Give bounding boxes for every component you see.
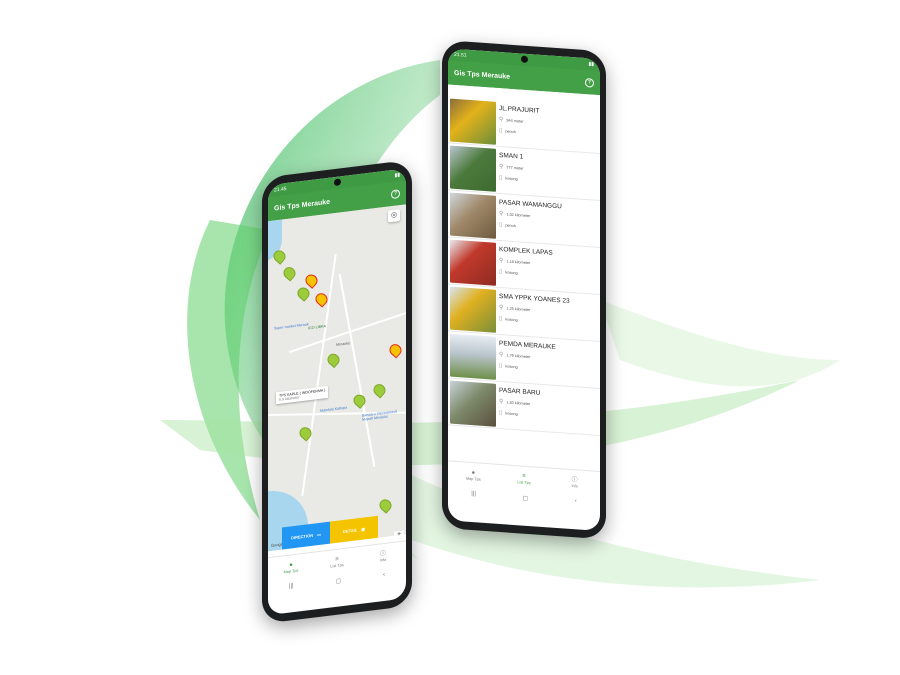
road	[338, 273, 376, 467]
item-distance: 777 meter	[506, 165, 524, 171]
recents-icon[interactable]: |||	[471, 491, 476, 497]
app-title: Gis Tps Merauke	[274, 198, 331, 213]
gps-fixed-icon[interactable]: ◎	[388, 209, 400, 223]
trash-icon: ▯	[499, 127, 503, 135]
tps-marker[interactable]	[351, 392, 368, 409]
tps-marker[interactable]	[281, 264, 298, 282]
tps-marker[interactable]	[295, 285, 312, 302]
marker-info-window[interactable]: TPS KAPLE ( INDOFERMA ) 0.9 kilometer	[276, 385, 329, 405]
item-status: penuh	[505, 128, 516, 134]
tps-photo	[450, 333, 496, 380]
list-screen: 21.51 ▮▮ Gis Tps Merauke ? JL.PRAJURIT ⚲…	[448, 48, 600, 532]
detail-label: DETAIL	[343, 526, 358, 534]
phone-list-screen: 21.51 ▮▮ Gis Tps Merauke ? JL.PRAJURIT ⚲…	[442, 40, 606, 540]
tps-marker-full[interactable]	[387, 341, 404, 359]
nav-label: Map Tps	[283, 568, 299, 574]
camera-hole	[521, 55, 528, 64]
tps-photo	[450, 380, 496, 427]
item-status: penuh	[505, 222, 516, 228]
item-distance: 944 meter	[506, 118, 524, 124]
map-screen: 21.45 ▮▮ Gis Tps Merauke ? ◎ Super marke…	[268, 168, 406, 616]
tps-marker[interactable]	[325, 351, 342, 369]
trash-icon: ▯	[499, 174, 503, 182]
trash-icon: ▯	[499, 409, 503, 417]
tps-list: JL.PRAJURIT ⚲ 944 meter ▯ penuh SMAN 1 ⚲ 77…	[448, 96, 600, 437]
zoom-in-button[interactable]: +	[394, 531, 404, 539]
tps-photo	[450, 145, 496, 192]
trash-icon: ▯	[499, 362, 503, 370]
nav-label: Map Tps	[465, 476, 481, 482]
nav-label: List Tps	[517, 479, 531, 485]
tps-marker[interactable]	[377, 496, 394, 514]
item-distance: 1,18 kilometer	[506, 259, 531, 265]
app-title: Gis Tps Merauke	[454, 69, 511, 81]
back-icon[interactable]: ‹	[575, 498, 577, 504]
item-distance: 1,79 kilometer	[506, 353, 531, 359]
tps-marker-full[interactable]	[303, 272, 320, 289]
recents-icon[interactable]: |||	[289, 583, 294, 590]
status-time: 21.45	[274, 185, 287, 194]
map-label-airport: Bandara Internasional Mopah Merauke	[362, 409, 398, 422]
nav-info[interactable]: ⓘ Info	[549, 469, 600, 497]
list-item[interactable]: PASAR BARU ⚲ 1,83 kilometer ▯ kosong	[448, 378, 600, 437]
nav-list-tps[interactable]: ≡ List Tps	[499, 465, 550, 493]
walk-icon: ⚲	[499, 257, 504, 265]
battery-icon: ▮▮	[588, 61, 594, 68]
status-time: 21.51	[454, 51, 467, 59]
help-icon[interactable]: ?	[391, 188, 400, 199]
tps-marker[interactable]	[371, 381, 388, 399]
battery-icon: ▮▮	[394, 172, 400, 179]
item-distance: 1,25 kilometer	[506, 306, 531, 312]
detail-button[interactable]: DETAIL ▣	[330, 515, 378, 544]
map-view[interactable]: ◎ Super market Merauk IGO LIBRA Merauke …	[268, 204, 406, 552]
item-status: kosong	[505, 410, 518, 416]
help-icon[interactable]: ?	[585, 77, 594, 88]
phone-map-screen: 21.45 ▮▮ Gis Tps Merauke ? ◎ Super marke…	[262, 159, 412, 624]
trash-icon: ▯	[499, 268, 503, 276]
walk-icon: ⚲	[499, 304, 504, 312]
tps-photo	[450, 239, 496, 286]
back-icon[interactable]: ‹	[383, 572, 385, 578]
item-status: kosong	[505, 175, 518, 181]
tps-photo	[450, 286, 496, 333]
map-label-merauke: Merauke	[336, 341, 350, 347]
bus-icon: ▭	[317, 531, 321, 537]
walk-icon: ⚲	[499, 210, 504, 218]
item-status: kosong	[505, 269, 518, 275]
nav-label: Info	[571, 483, 578, 488]
walk-icon: ⚲	[499, 116, 504, 124]
nav-label: Info	[379, 557, 387, 563]
walk-icon: ⚲	[499, 163, 504, 171]
walk-icon: ⚲	[499, 351, 504, 359]
trash-icon: ▯	[499, 221, 503, 229]
tps-photo	[450, 192, 496, 239]
trash-icon: ▯	[499, 315, 503, 323]
direction-button[interactable]: DIRECTION ▭	[282, 521, 330, 550]
item-status: kosong	[505, 363, 518, 369]
home-icon[interactable]: ▢	[336, 577, 342, 585]
walk-icon: ⚲	[499, 398, 504, 406]
detail-icon: ▣	[361, 525, 365, 532]
tps-photo	[450, 98, 496, 145]
nav-map-tps[interactable]: ● Map Tps	[448, 461, 499, 489]
map-label-supermarket: Super market Merauk	[274, 322, 309, 331]
home-icon[interactable]: ▢	[523, 494, 529, 501]
item-distance: 1,83 kilometer	[506, 400, 531, 406]
item-distance: 1,02 kilometer	[506, 212, 531, 218]
item-status: kosong	[505, 316, 518, 322]
direction-label: DIRECTION	[291, 532, 314, 540]
nav-label: List Tps	[330, 562, 344, 569]
